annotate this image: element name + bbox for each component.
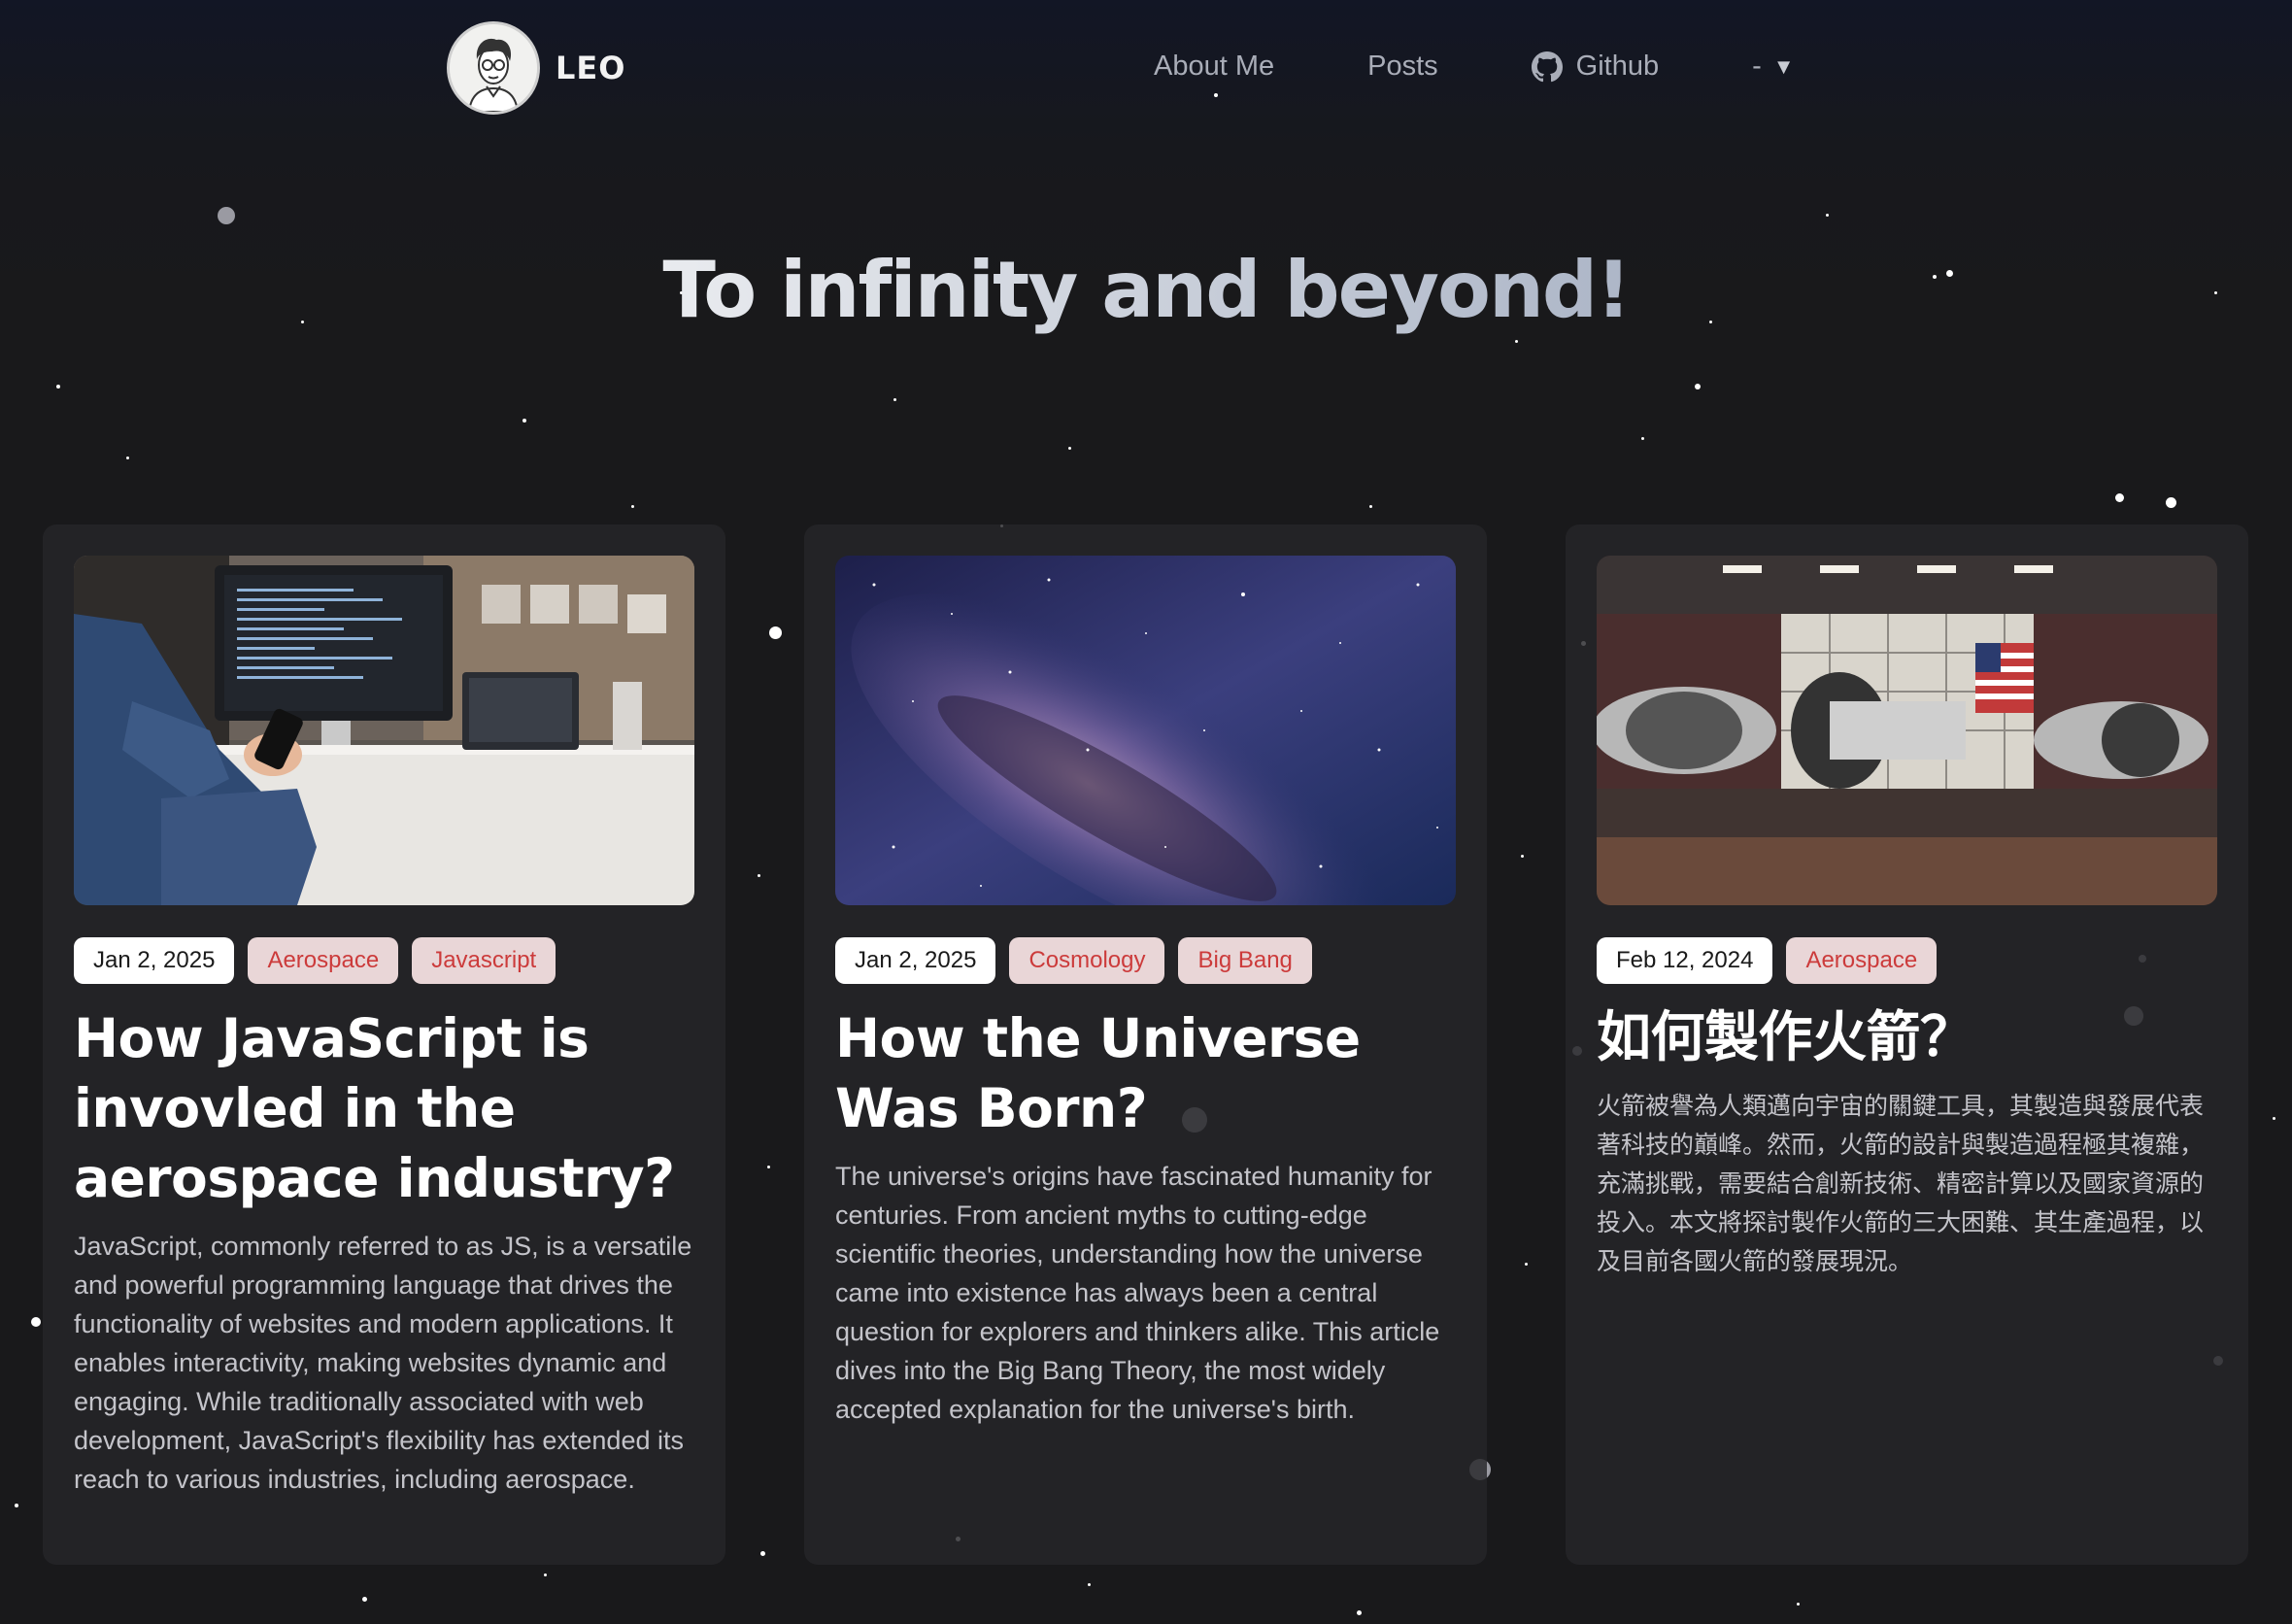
post-excerpt: 火箭被譽為人類邁向宇宙的關鍵工具，其製造與發展代表著科技的巔峰。然而，火箭的設計… xyxy=(1597,1092,2205,1275)
tag-big-bang[interactable]: Big Bang xyxy=(1178,937,1312,984)
main-nav: About Me Posts Github - ▼ xyxy=(1154,51,1795,83)
brand-link[interactable]: LEO xyxy=(447,21,625,115)
post-tags: Feb 12, 2024 Aerospace xyxy=(1597,937,2217,984)
post-excerpt: The universe's origins have fascinated h… xyxy=(835,1162,1440,1424)
avatar xyxy=(447,21,540,115)
post-title[interactable]: How JavaScript is invovled in the aerosp… xyxy=(74,1003,694,1213)
brand-name: LEO xyxy=(556,50,626,86)
post-date-badge: Feb 12, 2024 xyxy=(1597,937,1773,984)
nav-github-label: Github xyxy=(1575,51,1660,82)
tag-cosmology[interactable]: Cosmology xyxy=(1009,937,1165,984)
post-date-badge: Jan 2, 2025 xyxy=(74,937,235,984)
post-title[interactable]: How the Universe Was Born? xyxy=(835,1003,1456,1143)
tag-aerospace[interactable]: Aerospace xyxy=(248,937,399,984)
post-card[interactable]: Feb 12, 2024 Aerospace 如何製作火箭？ 火箭被譽為人類邁向… xyxy=(1566,524,2248,1565)
github-icon xyxy=(1531,51,1563,82)
nav-about-link[interactable]: About Me xyxy=(1154,51,1274,83)
post-thumbnail-image xyxy=(835,556,1456,905)
language-value: - xyxy=(1752,51,1762,82)
post-thumbnail-image xyxy=(1597,556,2217,905)
tag-aerospace[interactable]: Aerospace xyxy=(1786,937,1938,984)
post-tags: Jan 2, 2025 Aerospace Javascript xyxy=(74,937,694,984)
page: LEO About Me Posts Github - ▼ To infinit… xyxy=(0,0,2292,1624)
caret-down-icon: ▼ xyxy=(1772,53,1795,79)
post-thumbnail-image xyxy=(74,556,694,905)
avatar-illustration-icon xyxy=(450,24,537,112)
hero-title: To infinity and beyond! xyxy=(0,245,2292,335)
site-header: LEO About Me Posts Github - ▼ xyxy=(0,0,2292,146)
post-date-badge: Jan 2, 2025 xyxy=(835,937,996,984)
post-tags: Jan 2, 2025 Cosmology Big Bang xyxy=(835,937,1456,984)
language-dropdown[interactable]: - ▼ xyxy=(1752,51,1794,83)
nav-github-link[interactable]: Github xyxy=(1531,51,1660,83)
nav-posts-link[interactable]: Posts xyxy=(1367,51,1438,83)
post-title[interactable]: 如何製作火箭？ xyxy=(1597,1003,2217,1073)
post-excerpt: JavaScript, commonly referred to as JS, … xyxy=(74,1232,692,1494)
post-card[interactable]: Jan 2, 2025 Cosmology Big Bang How the U… xyxy=(804,524,1487,1565)
post-card[interactable]: Jan 2, 2025 Aerospace Javascript How Jav… xyxy=(43,524,725,1565)
tag-javascript[interactable]: Javascript xyxy=(412,937,556,984)
